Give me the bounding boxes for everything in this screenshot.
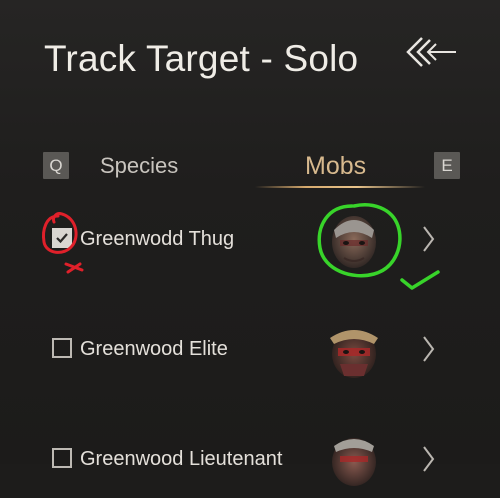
checkmark-icon (56, 233, 68, 244)
key-hint-e[interactable]: E (434, 152, 460, 179)
tab-species[interactable]: Species (100, 148, 178, 184)
mob-name: Greenwodd Thug (80, 228, 235, 250)
mob-checkbox[interactable] (52, 228, 72, 248)
mob-row-greenwood-lieutenant[interactable]: Greenwood Lieutenant (0, 418, 500, 498)
back-button[interactable] (400, 30, 462, 74)
tab-bar: Q Species Mobs E (0, 148, 500, 190)
elite-portrait (330, 330, 378, 378)
mob-row-greenwood-elite[interactable]: Greenwood Elite (0, 310, 500, 390)
key-hint-q[interactable]: Q (43, 152, 69, 179)
mob-name: Greenwood Elite (80, 338, 228, 360)
mob-row-greenwodd-thug[interactable]: Greenwodd Thug (0, 198, 500, 278)
thug-portrait (332, 216, 376, 268)
mob-checkbox[interactable] (52, 448, 72, 468)
tab-mobs[interactable]: Mobs (305, 148, 366, 184)
back-arrow-icon (406, 37, 456, 67)
chevron-right-icon[interactable] (420, 224, 436, 254)
page-title: Track Target - Solo (44, 38, 359, 79)
track-target-panel: Track Target - Solo Q Species Mobs E Gre… (0, 0, 500, 486)
mob-name: Greenwood Lieutenant (80, 448, 283, 470)
lieutenant-portrait (332, 438, 376, 486)
mob-checkbox[interactable] (52, 338, 72, 358)
chevron-right-icon[interactable] (420, 444, 436, 474)
active-tab-underline (255, 186, 425, 188)
chevron-right-icon[interactable] (420, 334, 436, 364)
